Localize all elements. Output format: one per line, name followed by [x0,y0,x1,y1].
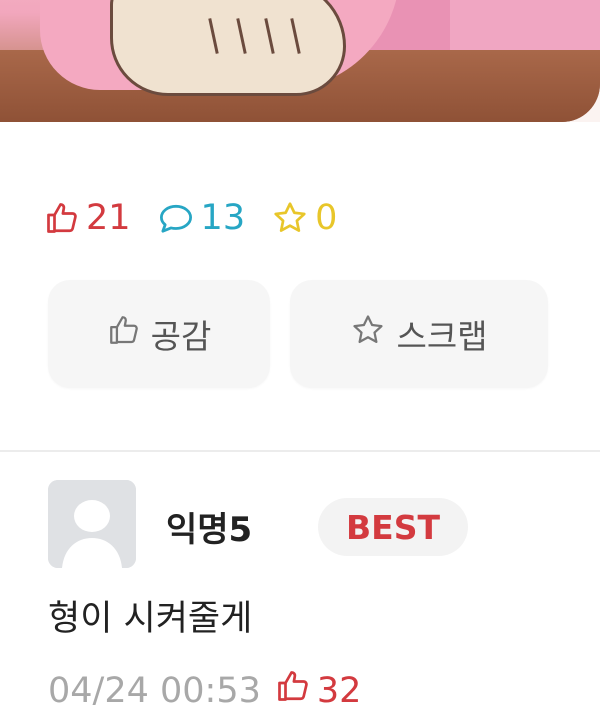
best-badge: BEST [318,498,468,556]
comment-like-count: 32 [316,670,362,711]
like-count: 21 [44,198,131,238]
comment-meta: 04/24 00:53 32 [48,668,361,713]
scrap-button[interactable]: 스크랩 [290,280,548,388]
like-button[interactable]: 공감 [48,280,270,388]
comment-count: 13 [157,198,245,238]
thumbs-up-icon [275,668,311,713]
comment-like[interactable]: 32 [275,668,362,713]
post-stats: 21 13 0 [44,196,337,240]
avatar-placeholder-icon [48,480,136,568]
comment-timestamp: 04/24 00:53 [48,670,261,711]
post-actions: 공감 스크랩 [48,280,548,388]
star-icon [350,313,386,355]
scrap-count: 0 [271,198,337,238]
thumbs-up-icon [44,200,80,236]
thumbs-up-icon [107,313,141,355]
comment-bubble-icon [157,200,195,236]
like-button-label: 공감 [150,317,212,356]
comment-author: 익명5 [166,510,253,550]
post-image [0,0,600,122]
comment-item: 익명5 BEST 형이 시켜줄게 04/24 00:53 32 [0,452,600,712]
star-icon [271,200,309,236]
comment-text: 형이 시켜줄게 [48,599,253,639]
scrap-button-label: 스크랩 [396,317,488,356]
avatar[interactable] [48,480,136,568]
